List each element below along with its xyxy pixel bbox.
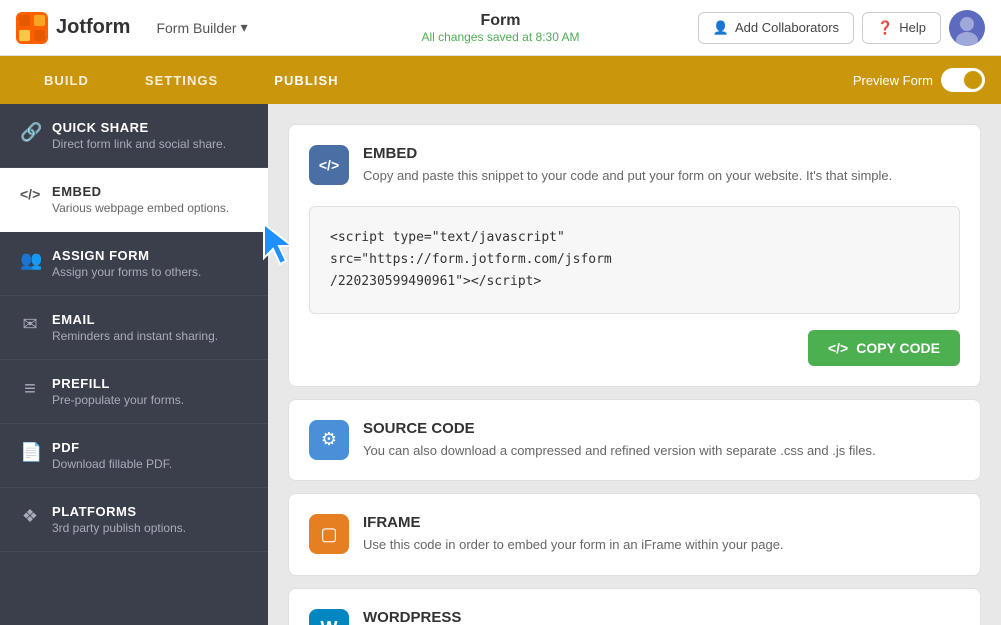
sidebar-item-prefill[interactable]: ≡ PREFILL Pre-populate your forms. xyxy=(0,360,268,424)
pdf-icon: 📄 xyxy=(20,442,40,463)
embed-code-box[interactable]: <script type="text/javascript"src="https… xyxy=(309,206,960,314)
header-center: Form All changes saved at 8:30 AM xyxy=(421,12,579,44)
sidebar-email-desc: Reminders and instant sharing. xyxy=(52,329,218,343)
source-code-desc: You can also download a compressed and r… xyxy=(363,441,876,461)
saved-status: All changes saved at 8:30 AM xyxy=(421,30,579,44)
embed-card-desc: Copy and paste this snippet to your code… xyxy=(363,166,892,186)
add-collaborators-label: Add Collaborators xyxy=(735,20,839,35)
wordpress-title: WORDPRESS xyxy=(363,609,738,625)
user-plus-icon: 👤 xyxy=(713,20,729,36)
sidebar-assign-title: ASSIGN FORM xyxy=(52,248,201,263)
sidebar-email-title: EMAIL xyxy=(52,312,218,327)
header-right: 👤 Add Collaborators ❓ Help xyxy=(698,10,985,46)
copy-btn-container: </> COPY CODE xyxy=(289,330,980,386)
code-icon: </> xyxy=(319,157,339,173)
email-icon: ✉ xyxy=(20,314,40,335)
wordpress-card-header: W WORDPRESS Use our free plugin to embed… xyxy=(289,589,980,625)
sidebar-assign-desc: Assign your forms to others. xyxy=(52,265,201,279)
sidebar-platforms-desc: 3rd party publish options. xyxy=(52,521,186,535)
embed-card-header: </> EMBED Copy and paste this snippet to… xyxy=(289,125,980,206)
avatar-image xyxy=(949,10,985,46)
content-area: </> EMBED Copy and paste this snippet to… xyxy=(268,104,1001,625)
source-code-card-header: ⚙ SOURCE CODE You can also download a co… xyxy=(289,400,980,481)
source-code-title: SOURCE CODE xyxy=(363,420,876,437)
embed-card-title: EMBED xyxy=(363,145,892,162)
sidebar-item-email[interactable]: ✉ EMAIL Reminders and instant sharing. xyxy=(0,296,268,360)
sidebar-embed-desc: Various webpage embed options. xyxy=(52,201,229,215)
main-layout: 🔗 QUICK SHARE Direct form link and socia… xyxy=(0,104,1001,625)
sidebar-item-platforms[interactable]: ❖ PLATFORMS 3rd party publish options. xyxy=(0,488,268,552)
source-code-card[interactable]: ⚙ SOURCE CODE You can also download a co… xyxy=(288,399,981,482)
sidebar-embed-title: EMBED xyxy=(52,184,229,199)
sidebar-prefill-title: PREFILL xyxy=(52,376,184,391)
sidebar-item-pdf[interactable]: 📄 PDF Download fillable PDF. xyxy=(0,424,268,488)
tab-settings[interactable]: SETTINGS xyxy=(117,61,246,100)
iframe-desc: Use this code in order to embed your for… xyxy=(363,535,784,555)
nav-tabs-left: BUILD SETTINGS PUBLISH xyxy=(16,61,367,100)
embed-card-icon: </> xyxy=(309,145,349,185)
help-button[interactable]: ❓ Help xyxy=(862,12,941,44)
sidebar-item-assign-form[interactable]: 👥 ASSIGN FORM Assign your forms to other… xyxy=(0,232,268,296)
preview-toggle-switch[interactable] xyxy=(941,68,985,92)
embed-card: </> EMBED Copy and paste this snippet to… xyxy=(288,124,981,387)
form-builder-label: Form Builder xyxy=(156,20,236,36)
platforms-icon: ❖ xyxy=(20,506,40,527)
wordpress-card[interactable]: W WORDPRESS Use our free plugin to embed… xyxy=(288,588,981,625)
preview-form-toggle[interactable]: Preview Form xyxy=(853,68,985,92)
sidebar-quick-share-title: QUICK SHARE xyxy=(52,120,226,135)
jotform-logo-icon xyxy=(16,12,48,44)
sidebar-platforms-title: PLATFORMS xyxy=(52,504,186,519)
sidebar-quick-share-desc: Direct form link and social share. xyxy=(52,137,226,151)
header: Jotform Form Builder ▾ Form All changes … xyxy=(0,0,1001,56)
avatar[interactable] xyxy=(949,10,985,46)
embed-code-text: <script type="text/javascript"src="https… xyxy=(330,230,612,289)
copy-code-button[interactable]: </> COPY CODE xyxy=(808,330,960,366)
help-label: Help xyxy=(899,20,926,35)
embed-icon: </> xyxy=(20,186,40,202)
preview-form-label: Preview Form xyxy=(853,73,933,88)
copy-code-icon: </> xyxy=(828,340,848,356)
form-builder-button[interactable]: Form Builder ▾ xyxy=(146,13,257,42)
link-icon: 🔗 xyxy=(20,122,40,143)
iframe-symbol-icon: ▢ xyxy=(320,524,337,545)
nav-tabs: BUILD SETTINGS PUBLISH Preview Form xyxy=(0,56,1001,104)
logo: Jotform xyxy=(16,12,130,44)
prefill-icon: ≡ xyxy=(20,378,40,401)
iframe-icon: ▢ xyxy=(309,514,349,554)
logo-text: Jotform xyxy=(56,16,130,39)
assign-form-icon: 👥 xyxy=(20,250,40,271)
help-icon: ❓ xyxy=(877,20,893,36)
iframe-card-header: ▢ IFRAME Use this code in order to embed… xyxy=(289,494,980,575)
sidebar-pdf-desc: Download fillable PDF. xyxy=(52,457,172,471)
sidebar-pdf-title: PDF xyxy=(52,440,172,455)
header-left: Jotform Form Builder ▾ xyxy=(16,12,258,44)
iframe-card[interactable]: ▢ IFRAME Use this code in order to embed… xyxy=(288,493,981,576)
iframe-title: IFRAME xyxy=(363,514,784,531)
add-collaborators-button[interactable]: 👤 Add Collaborators xyxy=(698,12,854,44)
wordpress-icon: W xyxy=(309,609,349,625)
sidebar-prefill-desc: Pre-populate your forms. xyxy=(52,393,184,407)
sidebar: 🔗 QUICK SHARE Direct form link and socia… xyxy=(0,104,268,625)
gear-icon: ⚙ xyxy=(321,429,337,450)
tab-publish[interactable]: PUBLISH xyxy=(246,61,366,100)
wordpress-w-icon: W xyxy=(321,618,338,625)
chevron-down-icon: ▾ xyxy=(241,19,248,36)
sidebar-item-quick-share[interactable]: 🔗 QUICK SHARE Direct form link and socia… xyxy=(0,104,268,168)
copy-code-label: COPY CODE xyxy=(856,340,940,356)
source-code-icon: ⚙ xyxy=(309,420,349,460)
form-title: Form xyxy=(421,12,579,30)
sidebar-item-embed[interactable]: </> EMBED Various webpage embed options. xyxy=(0,168,268,232)
tab-build[interactable]: BUILD xyxy=(16,61,117,100)
